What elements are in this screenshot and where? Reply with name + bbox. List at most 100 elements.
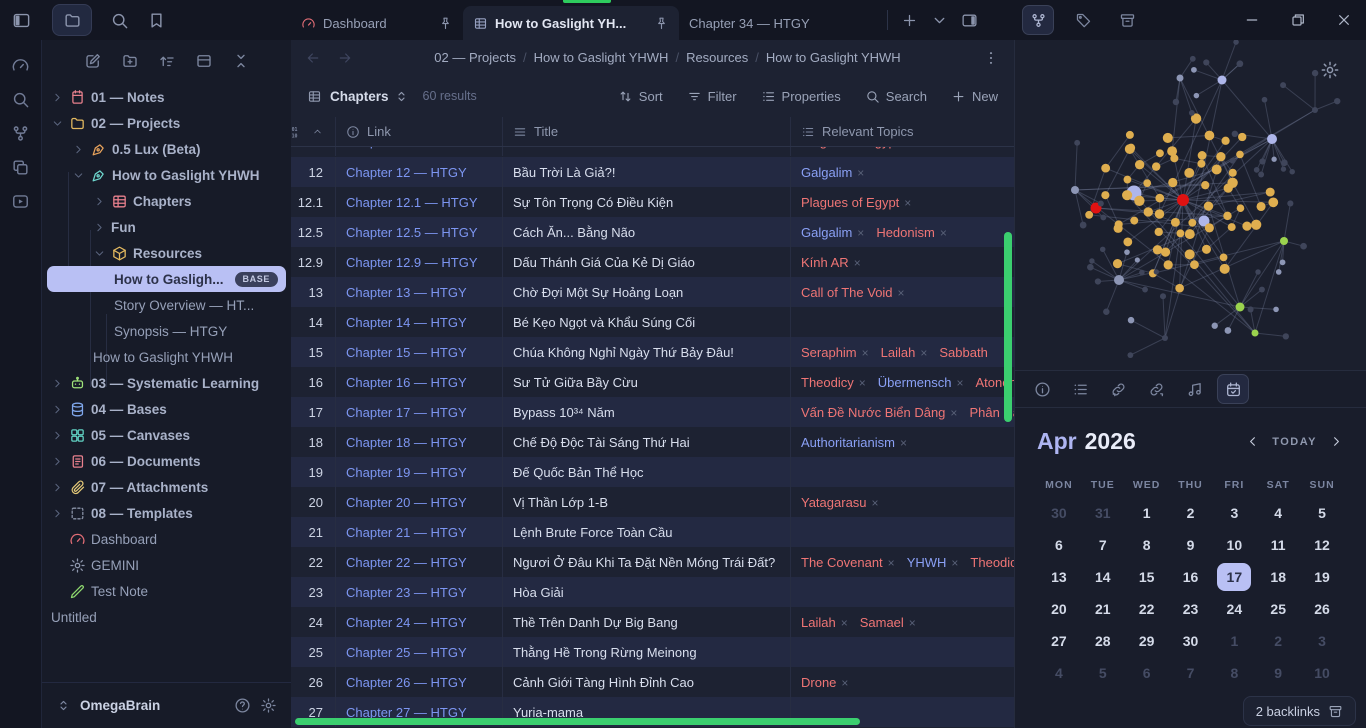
calendar-day[interactable]: 30 bbox=[1169, 625, 1213, 657]
chevron-right-icon[interactable] bbox=[51, 403, 64, 416]
graph-node[interactable] bbox=[1074, 140, 1080, 146]
graph-node[interactable] bbox=[1242, 222, 1251, 231]
tree-item[interactable]: 04 — Bases bbox=[47, 396, 286, 422]
graph-node[interactable] bbox=[1101, 191, 1109, 199]
graph-node[interactable] bbox=[1128, 317, 1135, 324]
graph-node[interactable] bbox=[1126, 131, 1134, 139]
graph-node[interactable] bbox=[1184, 168, 1194, 178]
toggle-left-sidebar-icon[interactable] bbox=[12, 11, 31, 30]
graph-node[interactable] bbox=[1160, 293, 1166, 299]
new-folder-icon[interactable] bbox=[121, 52, 139, 70]
graph-node[interactable] bbox=[1255, 269, 1260, 274]
calendar-day[interactable]: 4 bbox=[1037, 657, 1081, 689]
topic-tag[interactable]: Plagues of Egypt× bbox=[801, 195, 911, 210]
graph-node[interactable] bbox=[1203, 59, 1209, 65]
graph-node[interactable] bbox=[1259, 158, 1265, 164]
graph-node[interactable] bbox=[1171, 218, 1180, 227]
chapter-link[interactable]: Chapter 11 — HTGY bbox=[335, 147, 502, 156]
help-icon[interactable] bbox=[234, 697, 251, 714]
graph-node[interactable] bbox=[1281, 159, 1288, 166]
tree-item[interactable]: 01 — Notes bbox=[47, 84, 286, 110]
tree-item[interactable]: 08 — Templates bbox=[47, 500, 286, 526]
remove-tag-icon[interactable]: × bbox=[862, 346, 869, 360]
graph-node[interactable] bbox=[1168, 178, 1177, 187]
calendar-day[interactable]: 4 bbox=[1256, 497, 1300, 529]
view-switcher-icon[interactable] bbox=[394, 89, 409, 104]
graph-node[interactable] bbox=[1280, 259, 1286, 265]
table-row[interactable]: 21Chapter 21 — HTGYLệnh Brute Force Toàn… bbox=[291, 517, 1014, 547]
table-row[interactable]: 20Chapter 20 — HTGYVị Thần Lớp 1-BYataga… bbox=[291, 487, 1014, 517]
table-view-icon[interactable] bbox=[307, 89, 322, 104]
graph-node[interactable] bbox=[1114, 275, 1124, 285]
calendar-day[interactable]: 10 bbox=[1300, 657, 1344, 689]
chapter-link[interactable]: Chapter 17 — HTGY bbox=[335, 397, 502, 427]
graph-node[interactable] bbox=[1134, 196, 1144, 206]
graph-node[interactable] bbox=[1227, 178, 1237, 188]
search-tab-icon[interactable] bbox=[110, 11, 129, 30]
graph-node[interactable] bbox=[1251, 220, 1261, 230]
graph-node[interactable] bbox=[1155, 209, 1165, 219]
chapter-link[interactable]: Chapter 23 — HTGY bbox=[335, 577, 502, 607]
calendar-day[interactable]: 11 bbox=[1256, 529, 1300, 561]
forward-icon[interactable] bbox=[337, 50, 353, 66]
graph-node[interactable] bbox=[1095, 278, 1101, 284]
calendar-day[interactable]: 8 bbox=[1125, 529, 1169, 561]
outline-panel-tab[interactable] bbox=[1065, 375, 1095, 403]
graph-node[interactable] bbox=[1153, 245, 1162, 254]
tree-item[interactable]: Chapters bbox=[47, 188, 286, 214]
graph-node[interactable] bbox=[1276, 269, 1282, 275]
ribbon-search-icon[interactable] bbox=[11, 90, 30, 109]
ribbon-graph-icon[interactable] bbox=[11, 124, 30, 143]
info-panel-tab[interactable] bbox=[1027, 375, 1057, 403]
graph-node[interactable] bbox=[1130, 217, 1138, 225]
calendar-day[interactable]: 14 bbox=[1081, 561, 1125, 593]
backlinks-panel-tab[interactable] bbox=[1103, 375, 1133, 403]
remove-tag-icon[interactable]: × bbox=[904, 147, 911, 149]
graph-node[interactable] bbox=[1229, 169, 1237, 177]
graph-node[interactable] bbox=[1237, 60, 1244, 67]
graph-node[interactable] bbox=[1221, 137, 1229, 145]
graph-node[interactable] bbox=[1268, 197, 1278, 207]
calendar-day[interactable]: 15 bbox=[1125, 561, 1169, 593]
tab-dashboard[interactable]: Dashboard bbox=[291, 6, 463, 40]
chevron-right-icon[interactable] bbox=[93, 221, 106, 234]
graph-view[interactable] bbox=[1015, 40, 1366, 371]
tree-item[interactable]: Synopsis — HTGY bbox=[47, 318, 286, 344]
calendar-day[interactable]: 26 bbox=[1300, 593, 1344, 625]
table-row[interactable]: 22Chapter 22 — HTGYNgươi Ở Đâu Khi Ta Đặ… bbox=[291, 547, 1014, 577]
remove-tag-icon[interactable]: × bbox=[857, 166, 864, 180]
calendar-day[interactable]: 23 bbox=[1169, 593, 1213, 625]
graph-node[interactable] bbox=[1167, 146, 1177, 156]
tree-item[interactable]: Fun bbox=[47, 214, 286, 240]
table-row[interactable]: 18Chapter 18 — HTGYChế Độ Độc Tài Sáng T… bbox=[291, 427, 1014, 457]
vault-switcher[interactable]: OmegaBrain bbox=[42, 682, 291, 728]
table-row[interactable]: 12.9Chapter 12.9 — HTGYDấu Thánh Giá Của… bbox=[291, 247, 1014, 277]
tab-chapter-34[interactable]: Chapter 34 — HTGY bbox=[679, 6, 881, 40]
back-icon[interactable] bbox=[305, 50, 321, 66]
graph-node[interactable] bbox=[1144, 207, 1153, 216]
chevron-down-icon[interactable] bbox=[72, 169, 85, 182]
today-button[interactable]: TODAY bbox=[1272, 436, 1317, 448]
graph-node[interactable] bbox=[1177, 75, 1184, 82]
calendar-day[interactable]: 2 bbox=[1256, 625, 1300, 657]
chevron-right-icon[interactable] bbox=[51, 455, 64, 468]
tree-item[interactable]: 05 — Canvases bbox=[47, 422, 286, 448]
chevron-down-icon[interactable] bbox=[93, 247, 106, 260]
tree-item[interactable]: Untitled bbox=[47, 604, 286, 630]
graph-node[interactable] bbox=[1218, 76, 1227, 85]
table-row[interactable]: 15Chapter 15 — HTGYChúa Không Nghỉ Ngày … bbox=[291, 337, 1014, 367]
graph-node[interactable] bbox=[1204, 201, 1213, 210]
column-header-link[interactable]: Link bbox=[335, 117, 502, 146]
remove-tag-icon[interactable]: × bbox=[857, 226, 864, 240]
graph-node[interactable] bbox=[1312, 107, 1318, 113]
graph-node[interactable] bbox=[1115, 220, 1123, 228]
tags-panel-button[interactable] bbox=[1068, 6, 1098, 34]
files-tab-button[interactable] bbox=[52, 4, 92, 36]
graph-node[interactable] bbox=[1248, 306, 1254, 312]
table-row[interactable]: 25Chapter 25 — HTGYThằng Hề Trong Rừng M… bbox=[291, 637, 1014, 667]
graph-node[interactable] bbox=[1283, 333, 1289, 339]
graph-node[interactable] bbox=[1089, 258, 1094, 263]
pin-icon[interactable] bbox=[438, 16, 453, 31]
topic-tag[interactable]: Lailah× bbox=[881, 345, 928, 360]
prev-month-icon[interactable] bbox=[1245, 434, 1260, 449]
